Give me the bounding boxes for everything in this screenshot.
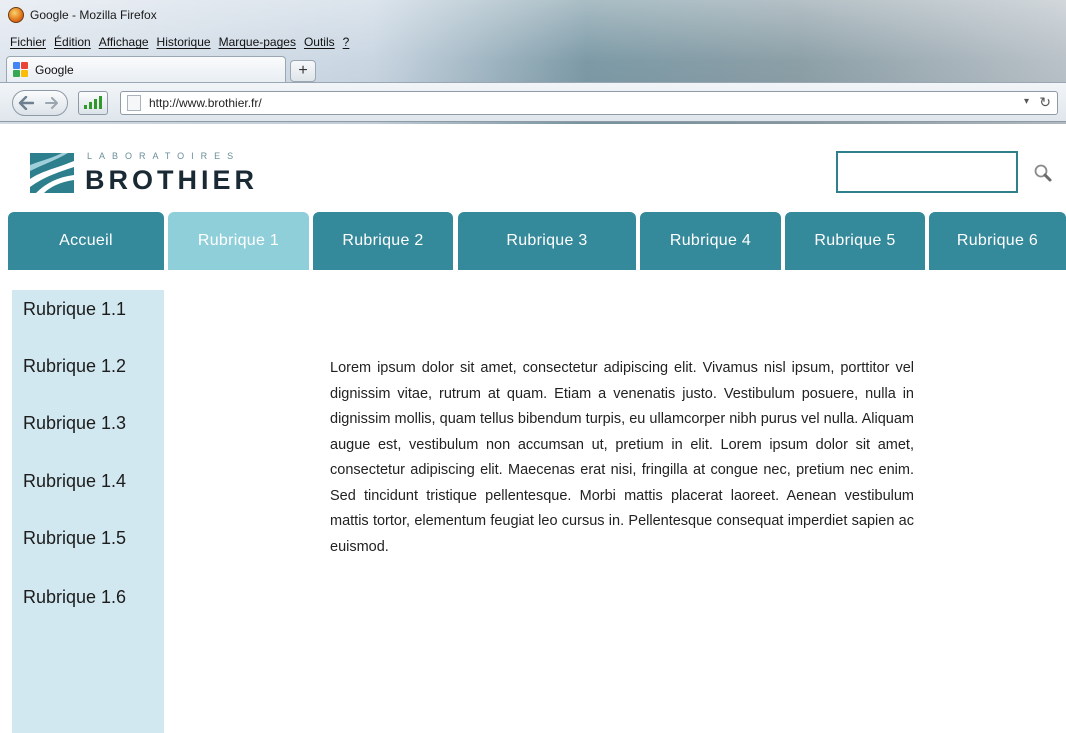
nav-rubrique-5[interactable]: Rubrique 5 — [785, 212, 925, 270]
title-bar: Google - Mozilla Firefox — [8, 6, 157, 24]
plus-icon: + — [298, 62, 308, 79]
navigation-toolbar: http://www.brothier.fr/ ▾ ↻ — [0, 82, 1066, 122]
google-favicon-icon — [13, 61, 29, 78]
sidebar-item-rubrique-1-5[interactable]: Rubrique 1.5 — [23, 528, 126, 549]
menu-outils[interactable]: Outils — [304, 35, 335, 49]
tab-google[interactable]: Google — [6, 56, 286, 82]
page-icon — [127, 95, 141, 111]
brothier-logo-icon — [30, 153, 74, 193]
nav-rubrique-3[interactable]: Rubrique 3 — [458, 212, 636, 270]
menu-bar: Fichier Édition Affichage Historique Mar… — [10, 35, 349, 49]
menu-historique[interactable]: Historique — [157, 35, 211, 49]
back-forward-group — [12, 90, 68, 116]
window-title: Google - Mozilla Firefox — [30, 8, 157, 22]
search-input[interactable] — [836, 151, 1018, 193]
address-bar[interactable]: http://www.brothier.fr/ ▾ ↻ — [120, 91, 1058, 115]
address-dropdown-icon[interactable]: ▾ — [1024, 96, 1029, 107]
site-logo[interactable]: LABORATOIRES BROTHIER — [30, 151, 270, 195]
back-button[interactable] — [13, 91, 39, 115]
sidebar: Rubrique 1.1 Rubrique 1.2 Rubrique 1.3 R… — [12, 290, 164, 733]
tab-strip: Google + — [6, 56, 316, 82]
body-text: Lorem ipsum dolor sit amet, consectetur … — [330, 360, 914, 555]
sidebar-item-rubrique-1-2[interactable]: Rubrique 1.2 — [23, 356, 126, 377]
menu-affichage[interactable]: Affichage — [99, 35, 149, 49]
reload-icon[interactable]: ↻ — [1039, 94, 1051, 111]
forward-arrow-icon — [45, 97, 58, 109]
nav-rubrique-6[interactable]: Rubrique 6 — [929, 212, 1066, 270]
nav-rubrique-2[interactable]: Rubrique 2 — [313, 212, 453, 270]
forward-button[interactable] — [39, 91, 65, 115]
sidebar-item-rubrique-1-3[interactable]: Rubrique 1.3 — [23, 413, 126, 434]
nav-accueil[interactable]: Accueil — [8, 212, 164, 270]
new-tab-button[interactable]: + — [290, 60, 316, 82]
nav-rubrique-1[interactable]: Rubrique 1 — [168, 212, 309, 270]
menu-aide[interactable]: ? — [343, 35, 350, 49]
main-navigation: Accueil Rubrique 1 Rubrique 2 Rubrique 3… — [8, 212, 1066, 270]
signal-bars-icon[interactable] — [78, 91, 108, 115]
sidebar-item-rubrique-1-4[interactable]: Rubrique 1.4 — [23, 471, 126, 492]
back-arrow-icon — [18, 96, 34, 110]
nav-rubrique-4[interactable]: Rubrique 4 — [640, 212, 781, 270]
browser-chrome: Google - Mozilla Firefox Fichier Édition… — [0, 0, 1066, 124]
logo-name: BROTHIER — [85, 165, 258, 195]
menu-marque-pages[interactable]: Marque-pages — [219, 35, 296, 49]
menu-edition[interactable]: Édition — [54, 35, 91, 49]
menu-fichier[interactable]: Fichier — [10, 35, 46, 49]
magnifier-icon[interactable] — [1033, 163, 1053, 183]
logo-tagline: LABORATOIRES — [87, 151, 241, 161]
tab-title: Google — [35, 62, 74, 77]
firefox-logo-icon — [8, 7, 24, 23]
sidebar-item-rubrique-1-6[interactable]: Rubrique 1.6 — [23, 587, 126, 608]
address-text: http://www.brothier.fr/ — [149, 96, 262, 110]
sidebar-item-rubrique-1-1[interactable]: Rubrique 1.1 — [23, 299, 126, 320]
